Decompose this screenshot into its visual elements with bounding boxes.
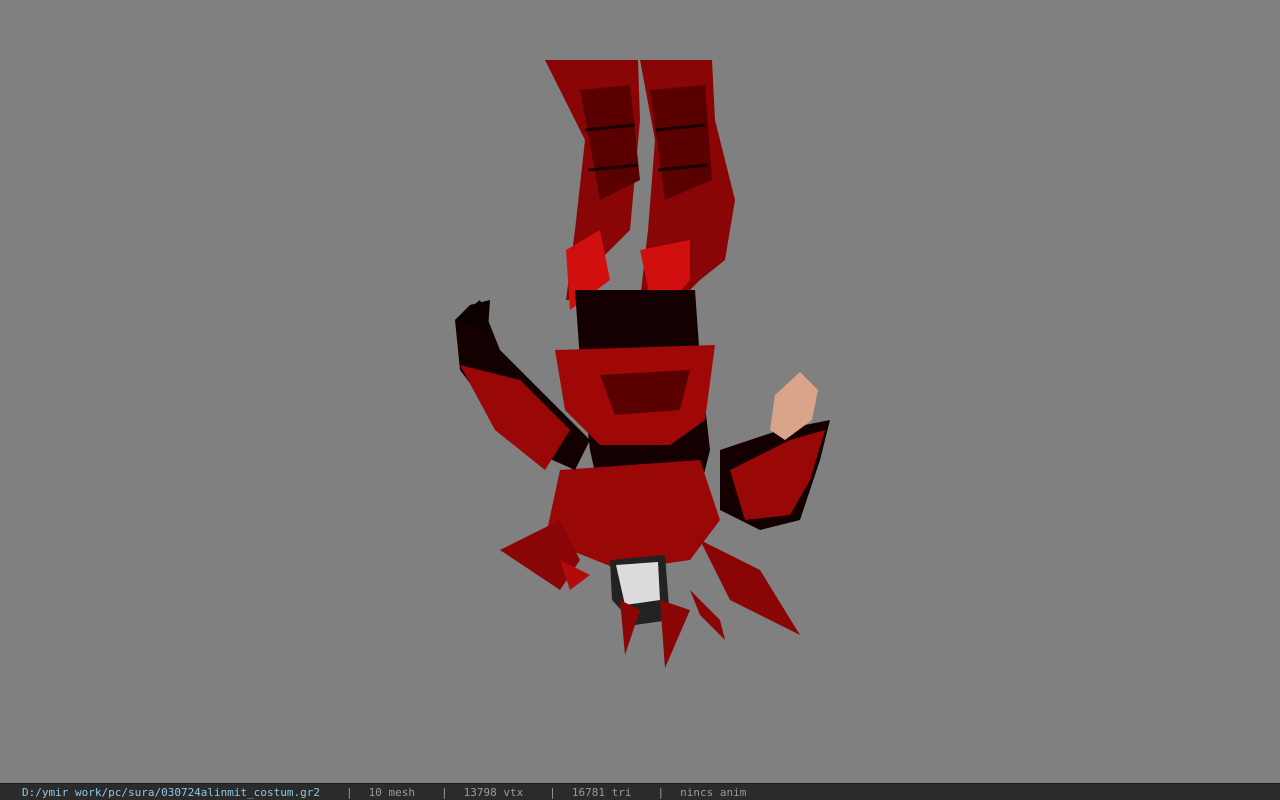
- status-separator: |: [441, 785, 448, 799]
- status-separator: |: [657, 785, 665, 799]
- character-right-arm: [720, 372, 830, 530]
- mesh-count-label: 10 mesh: [368, 785, 415, 799]
- animation-status-label: nincs anim: [680, 785, 747, 799]
- status-bar: D:/ymir work/pc/sura/030724alinmit_costu…: [0, 783, 1280, 800]
- character-model: [455, 60, 830, 668]
- file-path-label: D:/ymir work/pc/sura/030724alinmit_costu…: [22, 785, 321, 799]
- status-separator: |: [346, 785, 353, 799]
- status-separator: |: [549, 785, 556, 799]
- vertex-count-label: 13798 vtx: [463, 785, 524, 799]
- triangle-count-label: 16781 tri: [571, 785, 632, 799]
- character-legs: [545, 60, 735, 320]
- 3d-viewport[interactable]: [0, 0, 1280, 783]
